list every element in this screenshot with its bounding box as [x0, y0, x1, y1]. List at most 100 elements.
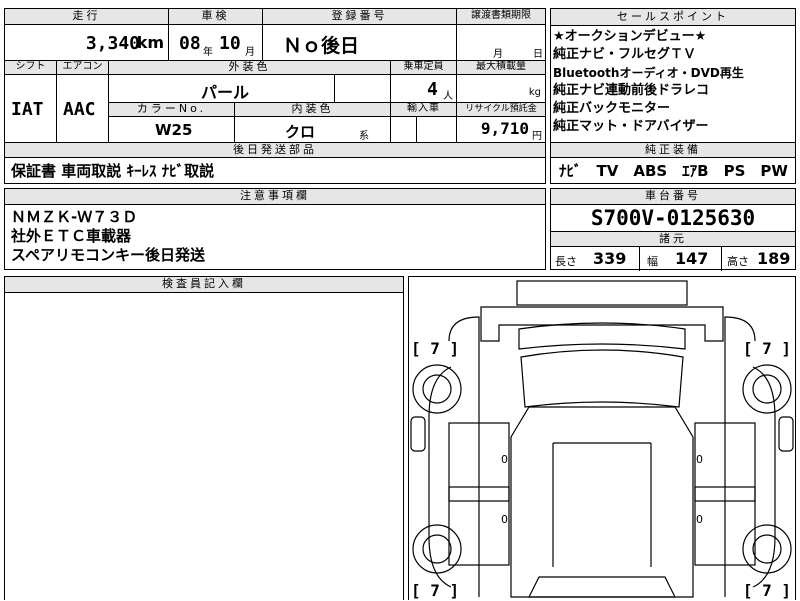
- height-label: 高さ: [727, 255, 749, 268]
- mileage-header: 走行: [5, 9, 169, 25]
- notes-line: スペアリモコンキー後日発送: [11, 246, 205, 264]
- aircon-header: エアコン: [57, 61, 109, 75]
- registration-header: 登録番号: [263, 9, 457, 25]
- inspection-year-unit: 年: [203, 47, 213, 58]
- recycle-header: リサイクル預託金: [457, 103, 545, 117]
- sales-points-list: ★オークションデビュー★ 純正ナビ・フルセグＴＶ Bluetoothオーディオ・…: [551, 26, 795, 136]
- genuine-equipment-box: 純正装備 ﾅﾋﾞ TV ABS ｴｱB PS PW: [550, 142, 796, 184]
- later-parts-value: 保証書 車両取説 ｷｰﾚｽ ﾅﾋﾞ取説: [11, 162, 215, 180]
- width-label: 幅: [647, 255, 658, 268]
- recycle-value: 9,710: [480, 119, 529, 138]
- inspector-header: 検査員記入欄: [5, 277, 403, 293]
- capacity-cell: 4 人: [391, 75, 457, 103]
- dimensions-header: 諸元: [551, 232, 795, 247]
- max-load-cell: kg: [457, 75, 545, 103]
- rear-window: [528, 576, 676, 598]
- max-load-header: 最大積載量: [457, 61, 545, 75]
- transfer-month-unit: 月: [493, 49, 503, 60]
- interior-color-value: クロ: [285, 123, 316, 141]
- tire-mark: [ 7 ]: [742, 339, 791, 358]
- zero-mark: 0: [696, 453, 703, 466]
- interior-color-suffix: 系: [359, 131, 369, 142]
- spec-table: 走行 車検 登録番号 譲渡書類期限 3,340 km 08 年 10 月 Ｎｏ後…: [4, 8, 546, 144]
- chassis-header: 車台番号: [551, 189, 795, 205]
- inspection-month-unit: 月: [245, 47, 255, 58]
- left-side-outline: [448, 316, 480, 597]
- mileage-cell: 3,340 km: [5, 25, 169, 61]
- recycle-cell: 9,710 円: [457, 117, 545, 143]
- transfer-deadline-header: 譲渡書類期限: [457, 9, 545, 25]
- front-bumper: [480, 306, 724, 342]
- genuine-equipment-value: ﾅﾋﾞ TV ABS ｴｱB PS PW: [559, 162, 788, 180]
- right-side-outline: [724, 316, 756, 597]
- sales-point-item: 純正マット・ドアバイザー: [553, 119, 709, 134]
- right-rear-wheel: [742, 524, 792, 574]
- sales-point-item: 純正バックモニター: [553, 101, 671, 116]
- left-front-wheel: [412, 364, 462, 414]
- mileage-value: 3,340: [85, 33, 140, 54]
- tire-mark: [ 7 ]: [411, 581, 460, 600]
- shift-value: IAT: [11, 99, 44, 120]
- sales-point-item: Bluetoothオーディオ・DVD再生: [553, 66, 744, 80]
- shift-header: シフト: [5, 61, 57, 75]
- roof-outline: [518, 322, 686, 350]
- right-rear-wheel-inner: [752, 534, 782, 564]
- later-parts-box: 後日発送部品 保証書 車両取説 ｷｰﾚｽ ﾅﾋﾞ取説: [4, 142, 546, 184]
- exterior-color-value: パール: [201, 83, 250, 102]
- transfer-day-unit: 日: [533, 49, 543, 60]
- aircon-cell: AAC: [57, 75, 109, 143]
- left-rear-wheel-inner: [422, 534, 452, 564]
- interior-color-header: 内装色: [235, 103, 391, 117]
- genuine-equipment-header: 純正装備: [551, 143, 795, 158]
- zero-mark: 0: [696, 513, 703, 526]
- color-no-cell: W25: [109, 117, 235, 143]
- transfer-deadline-cell: 月 日: [457, 25, 545, 61]
- mileage-unit: km: [136, 33, 164, 52]
- roof-panel: [510, 406, 694, 598]
- left-body-outline: [428, 366, 452, 588]
- notes-line: ＮＭＺＫ-Ｗ７３Ｄ: [11, 208, 138, 226]
- import-cell-a: [391, 117, 417, 143]
- aircon-value: AAC: [63, 99, 96, 120]
- width-value: 147: [675, 249, 709, 268]
- inspection-cell: 08 年 10 月: [169, 25, 263, 61]
- capacity-unit: 人: [443, 91, 453, 102]
- sales-points-header: セールスポイント: [551, 9, 795, 26]
- notes-lines: ＮＭＺＫ-Ｗ７３Ｄ 社外ＥＴＣ車載器 スペアリモコンキー後日発送: [5, 205, 545, 268]
- notes-header: 注意事項欄: [5, 189, 545, 205]
- dim-divider: [721, 247, 722, 271]
- inspection-year: 08: [179, 33, 201, 54]
- sales-point-item: 純正ナビ連動前後ドラレコ: [553, 83, 710, 98]
- zero-mark: 0: [501, 513, 508, 526]
- inspection-month: 10: [219, 33, 241, 54]
- color-no-header: カラーNo.: [109, 103, 235, 117]
- registration-value: Ｎｏ後日: [283, 35, 360, 57]
- exterior-color-extra-cell: [335, 75, 391, 103]
- right-body-outline: [752, 366, 776, 588]
- max-load-unit: kg: [528, 87, 541, 98]
- chassis-box: 車台番号 S700V-0125630 諸元 長さ 339 幅 147 高さ 18…: [550, 188, 796, 271]
- exterior-color-header: 外装色: [109, 61, 391, 75]
- vehicle-diagram: [410, 280, 794, 598]
- tire-mark: [ 7 ]: [742, 581, 791, 600]
- left-rear-wheel: [412, 524, 462, 574]
- zero-mark: 0: [501, 453, 508, 466]
- interior-color-cell: クロ 系: [235, 117, 391, 143]
- exterior-color-cell: パール: [109, 75, 335, 103]
- length-value: 339: [593, 249, 627, 268]
- chassis-value: S700V-0125630: [551, 205, 795, 232]
- sales-point-item: ★オークションデビュー★: [553, 29, 707, 44]
- height-value: 189: [757, 249, 791, 268]
- notes-box: 注意事項欄 ＮＭＺＫ-Ｗ７３Ｄ 社外ＥＴＣ車載器 スペアリモコンキー後日発送: [4, 188, 546, 270]
- right-front-wheel: [742, 364, 792, 414]
- tire-mark: [ 7 ]: [411, 339, 460, 358]
- capacity-value: 4: [427, 79, 438, 100]
- dim-divider: [639, 247, 640, 271]
- notes-line: 社外ＥＴＣ車載器: [11, 227, 132, 245]
- right-mirror: [778, 416, 794, 452]
- import-header: 輸入車: [391, 103, 457, 117]
- capacity-header: 乗車定員: [391, 61, 457, 75]
- left-mirror: [410, 416, 426, 452]
- color-no-value: W25: [155, 121, 193, 139]
- inspection-header: 車検: [169, 9, 263, 25]
